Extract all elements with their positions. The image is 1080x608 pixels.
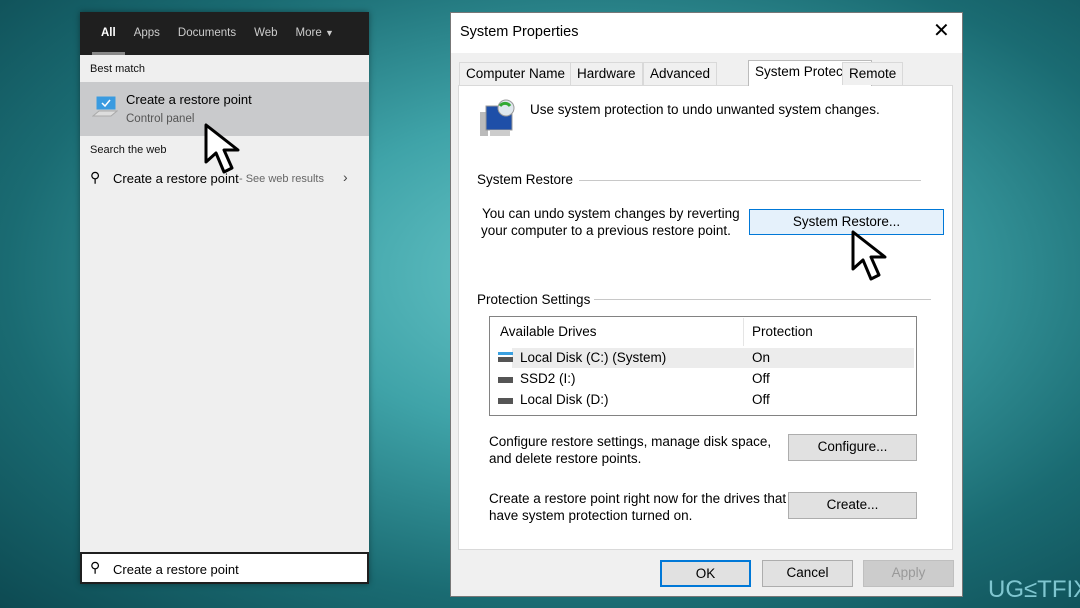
create-desc-2: have system protection turned on. — [489, 508, 693, 523]
tab-hardware[interactable]: Hardware — [570, 62, 643, 85]
best-match-subtitle: Control panel — [126, 113, 195, 125]
drive-name: Local Disk (C:) (System) — [520, 350, 667, 365]
tab-computer-name[interactable]: Computer Name — [459, 62, 573, 85]
drive-row[interactable]: Local Disk (C:) (System) On — [490, 348, 916, 368]
configure-button[interactable]: Configure... — [788, 434, 917, 461]
search-input-value: Create a restore point — [113, 562, 239, 577]
system-properties-dialog: System Properties ✕ Computer Name Hardwa… — [450, 12, 963, 597]
system-restore-button[interactable]: System Restore... — [749, 209, 944, 235]
system-restore-desc-2: your computer to a previous restore poin… — [481, 223, 731, 238]
drive-protection: On — [752, 350, 771, 365]
drive-protection: Off — [752, 392, 770, 407]
web-result-suffix: - See web results — [239, 173, 324, 185]
tab-remote[interactable]: Remote — [842, 62, 904, 85]
divider — [594, 299, 931, 300]
search-tabs: All Apps Documents Web More ▼ — [80, 12, 369, 55]
ok-button[interactable]: OK — [660, 560, 751, 587]
watermark-logo: UG≤TFIX — [988, 576, 1080, 603]
dialog-title: System Properties — [460, 24, 579, 40]
tab-web[interactable]: Web — [245, 12, 286, 55]
close-icon[interactable]: ✕ — [933, 18, 950, 43]
drive-icon — [498, 377, 513, 383]
configure-desc-2: and delete restore points. — [489, 451, 642, 466]
system-restore-desc-1: You can undo system changes by reverting — [482, 206, 740, 221]
monitor-check-icon — [92, 95, 118, 117]
create-button[interactable]: Create... — [788, 492, 917, 519]
cancel-button[interactable]: Cancel — [762, 560, 853, 587]
drive-row[interactable]: Local Disk (D:) Off — [490, 390, 916, 410]
tab-advanced[interactable]: Advanced — [643, 62, 718, 85]
chevron-right-icon: › — [343, 169, 348, 185]
tab-more-label: More — [295, 27, 322, 39]
title-bar: System Properties ✕ — [451, 13, 962, 53]
divider — [579, 180, 921, 181]
search-icon: ⚲ — [90, 559, 101, 575]
drive-protection: Off — [752, 371, 770, 386]
drive-name: SSD2 (I:) — [520, 371, 576, 386]
best-match-title: Create a restore point — [126, 92, 252, 107]
column-header-drives[interactable]: Available Drives — [500, 324, 597, 340]
mouse-cursor-icon — [204, 123, 240, 174]
best-match-label: Best match — [90, 63, 146, 75]
system-protection-icon — [480, 99, 515, 136]
tab-more[interactable]: More ▼ — [287, 12, 343, 55]
protection-settings-heading: Protection Settings — [477, 292, 591, 307]
drives-list[interactable]: Available Drives Protection Local Disk (… — [489, 316, 917, 416]
search-input[interactable]: ⚲ Create a restore point — [80, 552, 369, 584]
drive-icon — [498, 398, 513, 404]
search-icon: ⚲ — [90, 169, 101, 185]
drive-system-icon — [498, 352, 513, 362]
tab-all[interactable]: All — [92, 12, 125, 55]
caret-down-icon: ▼ — [324, 28, 334, 38]
system-restore-heading: System Restore — [477, 172, 574, 187]
apply-button[interactable]: Apply — [863, 560, 954, 587]
column-header-protection[interactable]: Protection — [752, 324, 813, 340]
tab-apps[interactable]: Apps — [125, 12, 169, 55]
tab-documents[interactable]: Documents — [169, 12, 245, 55]
column-divider — [743, 318, 744, 346]
configure-desc-1: Configure restore settings, manage disk … — [489, 434, 772, 449]
system-protection-panel: Use system protection to undo unwanted s… — [458, 85, 953, 550]
start-search-panel: All Apps Documents Web More ▼ Best match… — [80, 12, 369, 584]
create-desc-1: Create a restore point right now for the… — [489, 491, 787, 506]
mouse-cursor-icon — [851, 230, 887, 281]
search-web-label: Search the web — [90, 144, 167, 156]
drive-row[interactable]: SSD2 (I:) Off — [490, 369, 916, 389]
drive-name: Local Disk (D:) — [520, 392, 609, 407]
intro-text: Use system protection to undo unwanted s… — [530, 102, 880, 117]
